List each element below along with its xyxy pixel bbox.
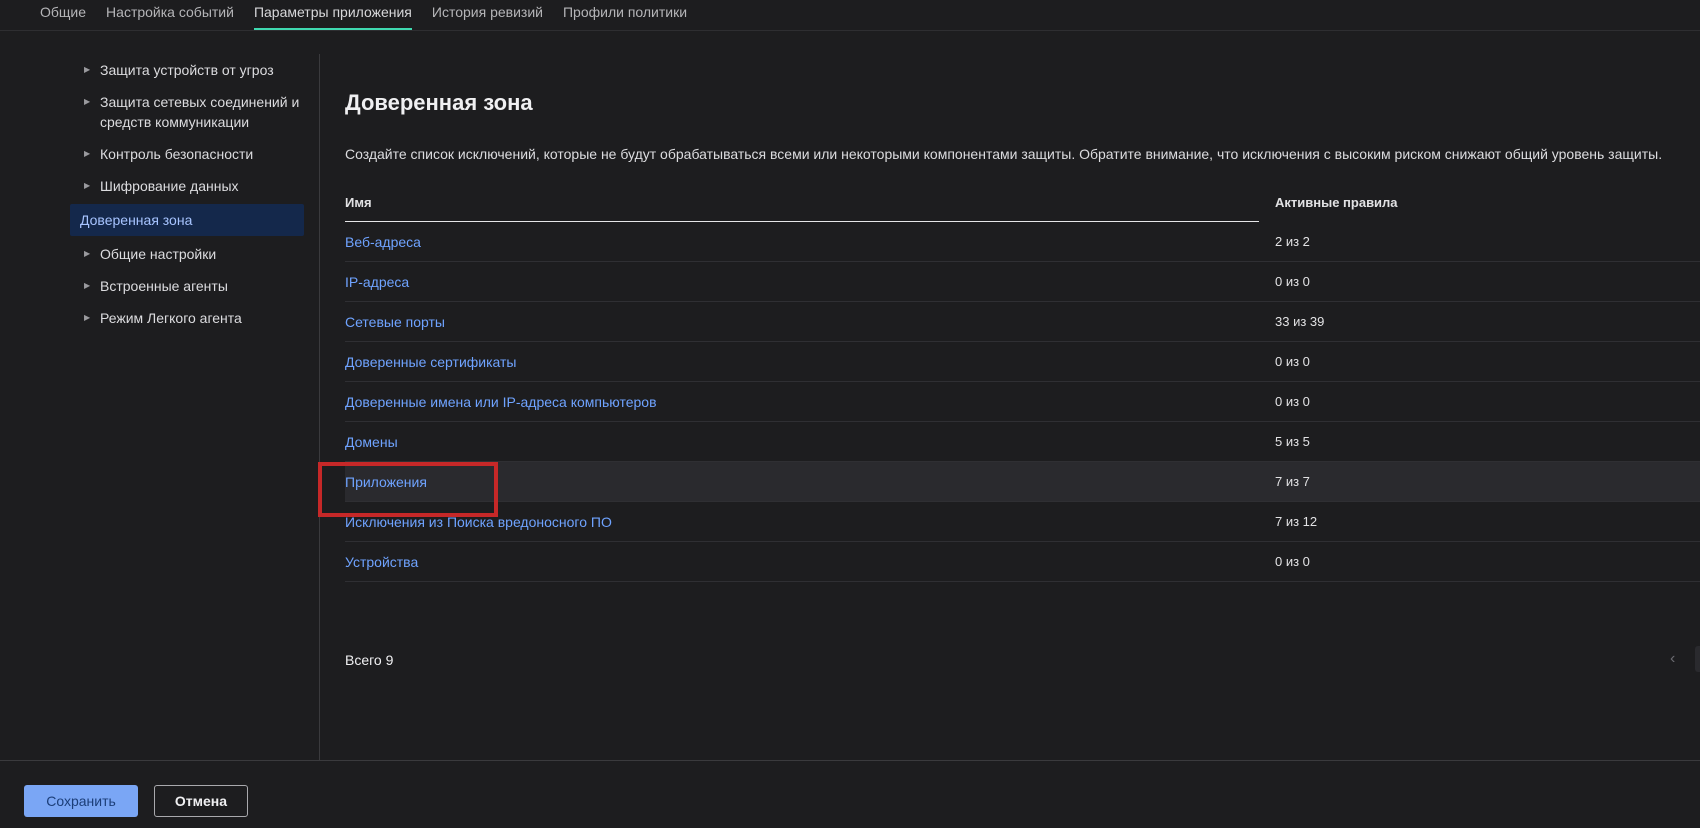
row-rules-count: 7 из 7: [1275, 474, 1310, 489]
sidebar-item-label: Режим Легкого агента: [100, 310, 242, 326]
pager-next-button[interactable]: [1695, 646, 1700, 672]
table-row[interactable]: Доверенные имена или IP-адреса компьютер…: [345, 382, 1700, 422]
table-header: Имя Активные правила: [345, 191, 1700, 222]
top-tabs: Общие Настройка событий Параметры прилож…: [0, 0, 1700, 31]
row-rules-count: 0 из 0: [1275, 554, 1310, 569]
sidebar-item-network-protection[interactable]: ▶ Защита сетевых соединений и средств ко…: [70, 86, 304, 138]
tab-policy-profiles[interactable]: Профили политики: [563, 0, 687, 30]
row-link[interactable]: Доверенные имена или IP-адреса компьютер…: [345, 394, 1275, 410]
sidebar-item-data-encryption[interactable]: ▶ Шифрование данных: [70, 170, 304, 202]
table-row[interactable]: Исключения из Поиска вредоносного ПО 7 и…: [345, 502, 1700, 542]
sidebar-item-label: Контроль безопасности: [100, 146, 254, 162]
column-header-active-rules[interactable]: Активные правила: [1275, 191, 1700, 222]
save-button[interactable]: Сохранить: [24, 785, 138, 817]
sidebar-item-threat-protection[interactable]: ▶ Защита устройств от угроз: [70, 54, 304, 86]
row-rules-count: 0 из 0: [1275, 274, 1310, 289]
sidebar-divider: [319, 54, 320, 760]
row-link[interactable]: Сетевые порты: [345, 314, 1275, 330]
page-description: Создайте список исключений, которые не б…: [345, 146, 1663, 162]
sidebar-item-light-agent-mode[interactable]: ▶ Режим Легкого агента: [70, 302, 304, 334]
chevron-left-icon[interactable]: ‹: [1670, 650, 1675, 668]
table-row[interactable]: Сетевые порты 33 из 39: [345, 302, 1700, 342]
sidebar-item-label: Шифрование данных: [100, 178, 239, 194]
row-link[interactable]: Устройства: [345, 554, 1275, 570]
sidebar: ▶ Защита устройств от угроз ▶ Защита сет…: [70, 54, 304, 334]
sidebar-item-label: Защита сетевых соединений и средств комм…: [100, 94, 300, 130]
sidebar-item-general-settings[interactable]: ▶ Общие настройки: [70, 238, 304, 270]
sidebar-item-builtin-agents[interactable]: ▶ Встроенные агенты: [70, 270, 304, 302]
caret-right-icon: ▶: [84, 149, 91, 158]
table-row[interactable]: Домены 5 из 5: [345, 422, 1700, 462]
cancel-button[interactable]: Отмена: [154, 785, 248, 817]
tab-app-settings[interactable]: Параметры приложения: [253, 0, 412, 30]
row-rules-count: 0 из 0: [1275, 394, 1310, 409]
row-rules-count: 2 из 2: [1275, 234, 1310, 249]
sidebar-item-label: Встроенные агенты: [100, 278, 228, 294]
table-row[interactable]: IP-адреса 0 из 0: [345, 262, 1700, 302]
column-header-name[interactable]: Имя: [345, 191, 1259, 222]
table-row[interactable]: Устройства 0 из 0: [345, 542, 1700, 582]
tab-revision-history[interactable]: История ревизий: [432, 0, 543, 30]
caret-right-icon: ▶: [84, 313, 91, 322]
sidebar-item-security-control[interactable]: ▶ Контроль безопасности: [70, 138, 304, 170]
caret-right-icon: ▶: [84, 65, 91, 74]
sidebar-item-label: Доверенная зона: [80, 212, 193, 228]
sidebar-item-label: Защита устройств от угроз: [100, 62, 274, 78]
caret-right-icon: ▶: [84, 97, 91, 106]
row-link[interactable]: Домены: [345, 434, 1275, 450]
main-content: Доверенная зона Создайте список исключен…: [345, 90, 1700, 672]
page-title: Доверенная зона: [345, 90, 533, 115]
row-link[interactable]: Веб-адреса: [345, 234, 1275, 250]
row-rules-count: 5 из 5: [1275, 434, 1310, 449]
highlight-box: [318, 462, 498, 517]
sidebar-item-trusted-zone[interactable]: Доверенная зона: [70, 204, 304, 236]
table-row[interactable]: Веб-адреса 2 из 2: [345, 222, 1700, 262]
tab-event-settings[interactable]: Настройка событий: [106, 0, 234, 30]
table-row[interactable]: Доверенные сертификаты 0 из 0: [345, 342, 1700, 382]
row-rules-count: 0 из 0: [1275, 354, 1310, 369]
tab-general[interactable]: Общие: [40, 0, 86, 30]
footer-bar: Сохранить Отмена: [0, 760, 1700, 828]
row-link[interactable]: Доверенные сертификаты: [345, 354, 1275, 370]
row-link[interactable]: IP-адреса: [345, 274, 1275, 290]
caret-right-icon: ▶: [84, 249, 91, 258]
table-row[interactable]: Приложения 7 из 7: [345, 462, 1700, 502]
total-count: Всего 9: [345, 652, 394, 668]
caret-right-icon: ▶: [84, 281, 91, 290]
row-rules-count: 33 из 39: [1275, 314, 1325, 329]
sidebar-item-label: Общие настройки: [100, 246, 217, 262]
trusted-zone-table: Имя Активные правила Веб-адреса 2 из 2 I…: [345, 191, 1700, 582]
row-rules-count: 7 из 12: [1275, 514, 1318, 529]
caret-right-icon: ▶: [84, 181, 91, 190]
